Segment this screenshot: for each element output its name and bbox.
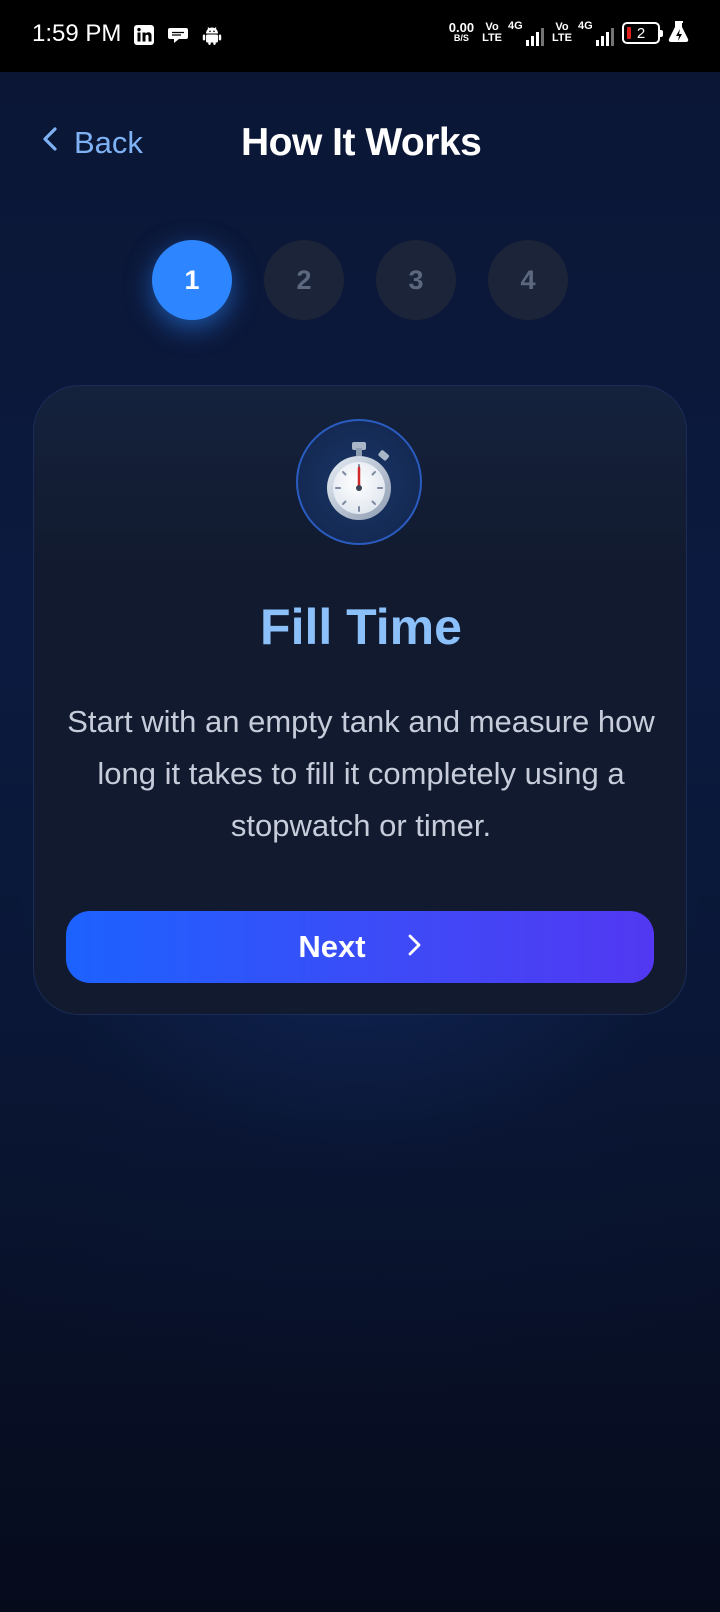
step-title: Fill Time: [260, 599, 462, 655]
linkedin-icon: [133, 24, 155, 46]
signal-bars-icon: [596, 28, 614, 48]
page-title: How It Works: [241, 121, 482, 164]
step-icon-container: [296, 419, 422, 545]
stopwatch-icon: [321, 438, 397, 527]
network-speed-unit: B/S: [453, 33, 469, 43]
signal-sim2: 4G: [578, 18, 614, 48]
step-2[interactable]: 2: [264, 240, 344, 320]
battery-saver-icon: [668, 19, 690, 48]
step-card: Fill Time Start with an empty tank and m…: [33, 385, 687, 1015]
status-indicators: 0.00 B/S Vo LTE 4G Vo LTE 4G 2: [449, 18, 690, 48]
back-button[interactable]: Back: [40, 124, 143, 162]
step-description: Start with an empty tank and measure how…: [67, 704, 655, 843]
chevron-left-icon: [40, 124, 60, 162]
signal-sim1: 4G: [508, 18, 545, 48]
next-label: Next: [298, 929, 366, 964]
battery-level: 2: [636, 24, 646, 42]
network-speed: 0.00 B/S: [448, 20, 475, 44]
volte-bottom-text: LTE: [482, 32, 503, 44]
volte-indicator-sim2: Vo LTE: [552, 22, 572, 44]
next-button[interactable]: Next: [66, 911, 654, 983]
network-speed-value: 0.00: [448, 20, 475, 35]
status-time: 1:59 PM: [32, 20, 122, 47]
chat-bubble-icon: [167, 24, 189, 46]
step-indicator: 1 2 3 4: [152, 240, 568, 320]
battery-icon: 2: [622, 22, 663, 44]
signal-bars-icon: [526, 28, 545, 48]
step-3[interactable]: 3: [376, 240, 456, 320]
network-type-sim1: 4G: [508, 20, 523, 32]
volte-bottom-text: LTE: [552, 32, 572, 44]
android-icon: [201, 24, 223, 46]
notification-icons: [133, 24, 223, 46]
volte-indicator-sim1: Vo LTE: [482, 22, 502, 44]
status-bar: 1:59 PM 0.00 B/S Vo LTE 4G Vo LTE 4G 2: [0, 0, 720, 72]
step-4[interactable]: 4: [488, 240, 568, 320]
back-label: Back: [74, 125, 143, 160]
chevron-right-icon: [406, 932, 422, 963]
step-1[interactable]: 1: [152, 240, 232, 320]
network-type-sim2: 4G: [578, 20, 593, 32]
